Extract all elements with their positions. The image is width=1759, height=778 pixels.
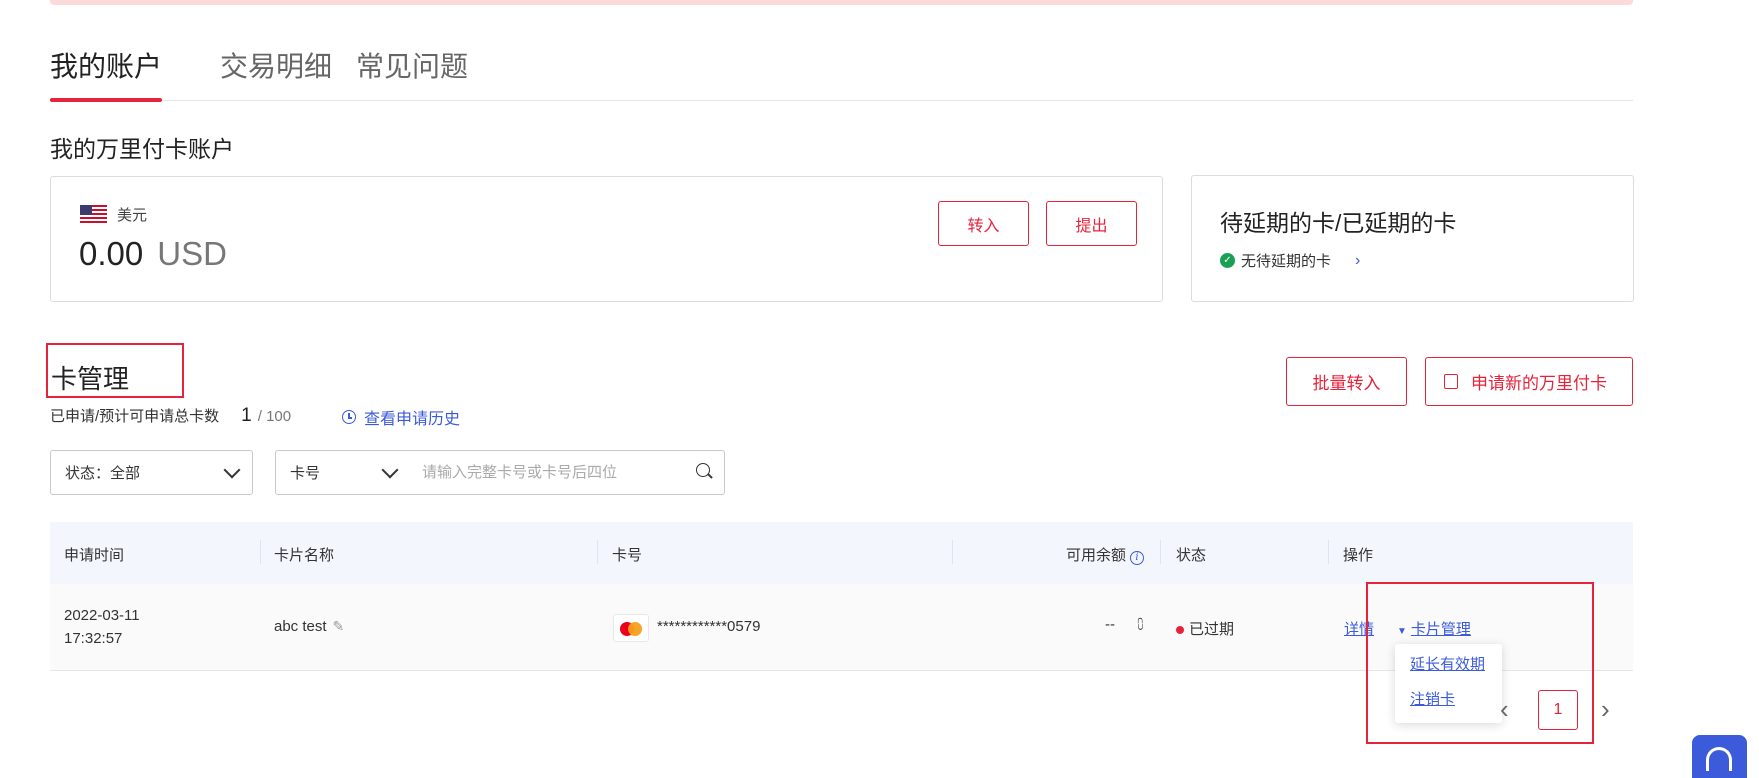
- header-status: 状态: [1176, 547, 1207, 564]
- row-status-text: 已过期: [1189, 621, 1235, 638]
- pagination-page[interactable]: 1: [1538, 690, 1578, 730]
- us-flag-icon: [80, 205, 107, 223]
- row-time: 17:32:57: [64, 630, 123, 647]
- currency-label: 美元: [117, 207, 148, 224]
- card-quota: 已申请/预计可申请总卡数 1 / 100: [50, 405, 291, 427]
- new-card-icon: [1444, 374, 1458, 389]
- card-search-input[interactable]: [410, 450, 725, 495]
- info-icon[interactable]: i: [1130, 551, 1145, 565]
- card-management-title: 卡管理: [46, 343, 184, 398]
- search-icon[interactable]: [696, 463, 710, 477]
- header-card-name: 卡片名称: [274, 547, 335, 564]
- balance-amount: 0.00 USD: [79, 235, 227, 273]
- header-balance-label: 可用余额: [1066, 547, 1127, 564]
- view-history-link[interactable]: 查看申请历史: [342, 405, 460, 429]
- pending-card-status: ✓ 无待延期的卡 ›: [1220, 250, 1360, 271]
- tab-faq[interactable]: 常见问题: [356, 44, 468, 101]
- header-divider: [1328, 540, 1329, 564]
- search-field-select[interactable]: 卡号: [275, 450, 411, 495]
- apply-new-card-label: 申请新的万里付卡: [1471, 374, 1607, 393]
- pagination-next-icon[interactable]: ›: [1601, 694, 1610, 725]
- row-card-name: abc test ✎: [274, 618, 344, 635]
- status-filter-select[interactable]: 状态：全部: [50, 450, 253, 495]
- eye-closed-icon[interactable]: ⩇: [1137, 616, 1143, 633]
- mastercard-icon: [613, 614, 649, 642]
- header-card-number: 卡号: [612, 547, 643, 564]
- header-divider: [1160, 540, 1161, 564]
- quota-used: 1: [241, 405, 252, 426]
- header-apply-time: 申请时间: [64, 547, 125, 564]
- header-divider: [260, 540, 261, 564]
- pending-card-title: 待延期的卡/已延期的卡: [1220, 210, 1457, 236]
- view-history-label: 查看申请历史: [364, 411, 461, 428]
- main-tabs: 我的账户 交易明细 常见问题: [50, 44, 1633, 102]
- row-apply-time: 2022-03-11 17:32:57: [64, 604, 140, 650]
- header-divider: [597, 540, 598, 564]
- status-dot-icon: [1176, 626, 1184, 635]
- row-status: 已过期: [1176, 618, 1234, 639]
- pending-card-box[interactable]: 待延期的卡/已延期的卡 ✓ 无待延期的卡 ›: [1191, 175, 1634, 302]
- menu-item-extend-validity[interactable]: 延长有效期: [1410, 653, 1485, 674]
- headset-icon: [1706, 747, 1732, 771]
- status-filter-value: 状态：全部: [65, 465, 141, 482]
- balance-unit: USD: [157, 235, 227, 272]
- row-card-name-text: abc test: [274, 618, 327, 635]
- chevron-down-icon: [223, 461, 241, 479]
- header-balance: 可用余额 i: [1066, 544, 1145, 565]
- check-circle-icon: ✓: [1220, 253, 1235, 268]
- tab-transactions[interactable]: 交易明细: [220, 44, 332, 101]
- row-balance: -- ⩇: [1105, 616, 1144, 633]
- top-alert-strip: [50, 0, 1633, 5]
- balance-card: 美元 0.00 USD 转入 提出: [50, 176, 1163, 302]
- balance-value: 0.00: [79, 235, 144, 272]
- clock-icon: [342, 410, 356, 424]
- customer-support-button[interactable]: [1692, 735, 1747, 778]
- pending-status-text: 无待延期的卡: [1241, 253, 1332, 270]
- transfer-in-button[interactable]: 转入: [938, 201, 1029, 246]
- quota-total: / 100: [257, 408, 292, 425]
- card-manage-dropdown: 延长有效期 注销卡: [1395, 644, 1502, 723]
- chevron-right-icon[interactable]: ›: [1355, 252, 1360, 270]
- table-header: 申请时间 卡片名称 卡号 可用余额 i 状态 操作: [50, 522, 1633, 584]
- pagination-prev-icon[interactable]: ‹: [1500, 694, 1509, 725]
- edit-pencil-icon[interactable]: ✎: [333, 618, 345, 635]
- batch-transfer-button[interactable]: 批量转入: [1286, 357, 1407, 406]
- row-balance-value: --: [1105, 616, 1115, 633]
- header-divider: [952, 540, 953, 564]
- quota-label: 已申请/预计可申请总卡数: [50, 408, 220, 425]
- search-field-value: 卡号: [290, 465, 321, 482]
- header-actions: 操作: [1343, 547, 1374, 564]
- tab-my-account[interactable]: 我的账户: [50, 44, 163, 102]
- apply-new-card-button[interactable]: 申请新的万里付卡: [1425, 357, 1633, 406]
- account-section-title: 我的万里付卡账户: [50, 136, 234, 162]
- row-card-number: ************0579: [657, 618, 761, 635]
- menu-item-cancel-card[interactable]: 注销卡: [1410, 688, 1455, 709]
- row-date: 2022-03-11: [64, 607, 140, 624]
- chevron-down-icon: [381, 461, 399, 479]
- withdraw-button[interactable]: 提出: [1046, 201, 1137, 246]
